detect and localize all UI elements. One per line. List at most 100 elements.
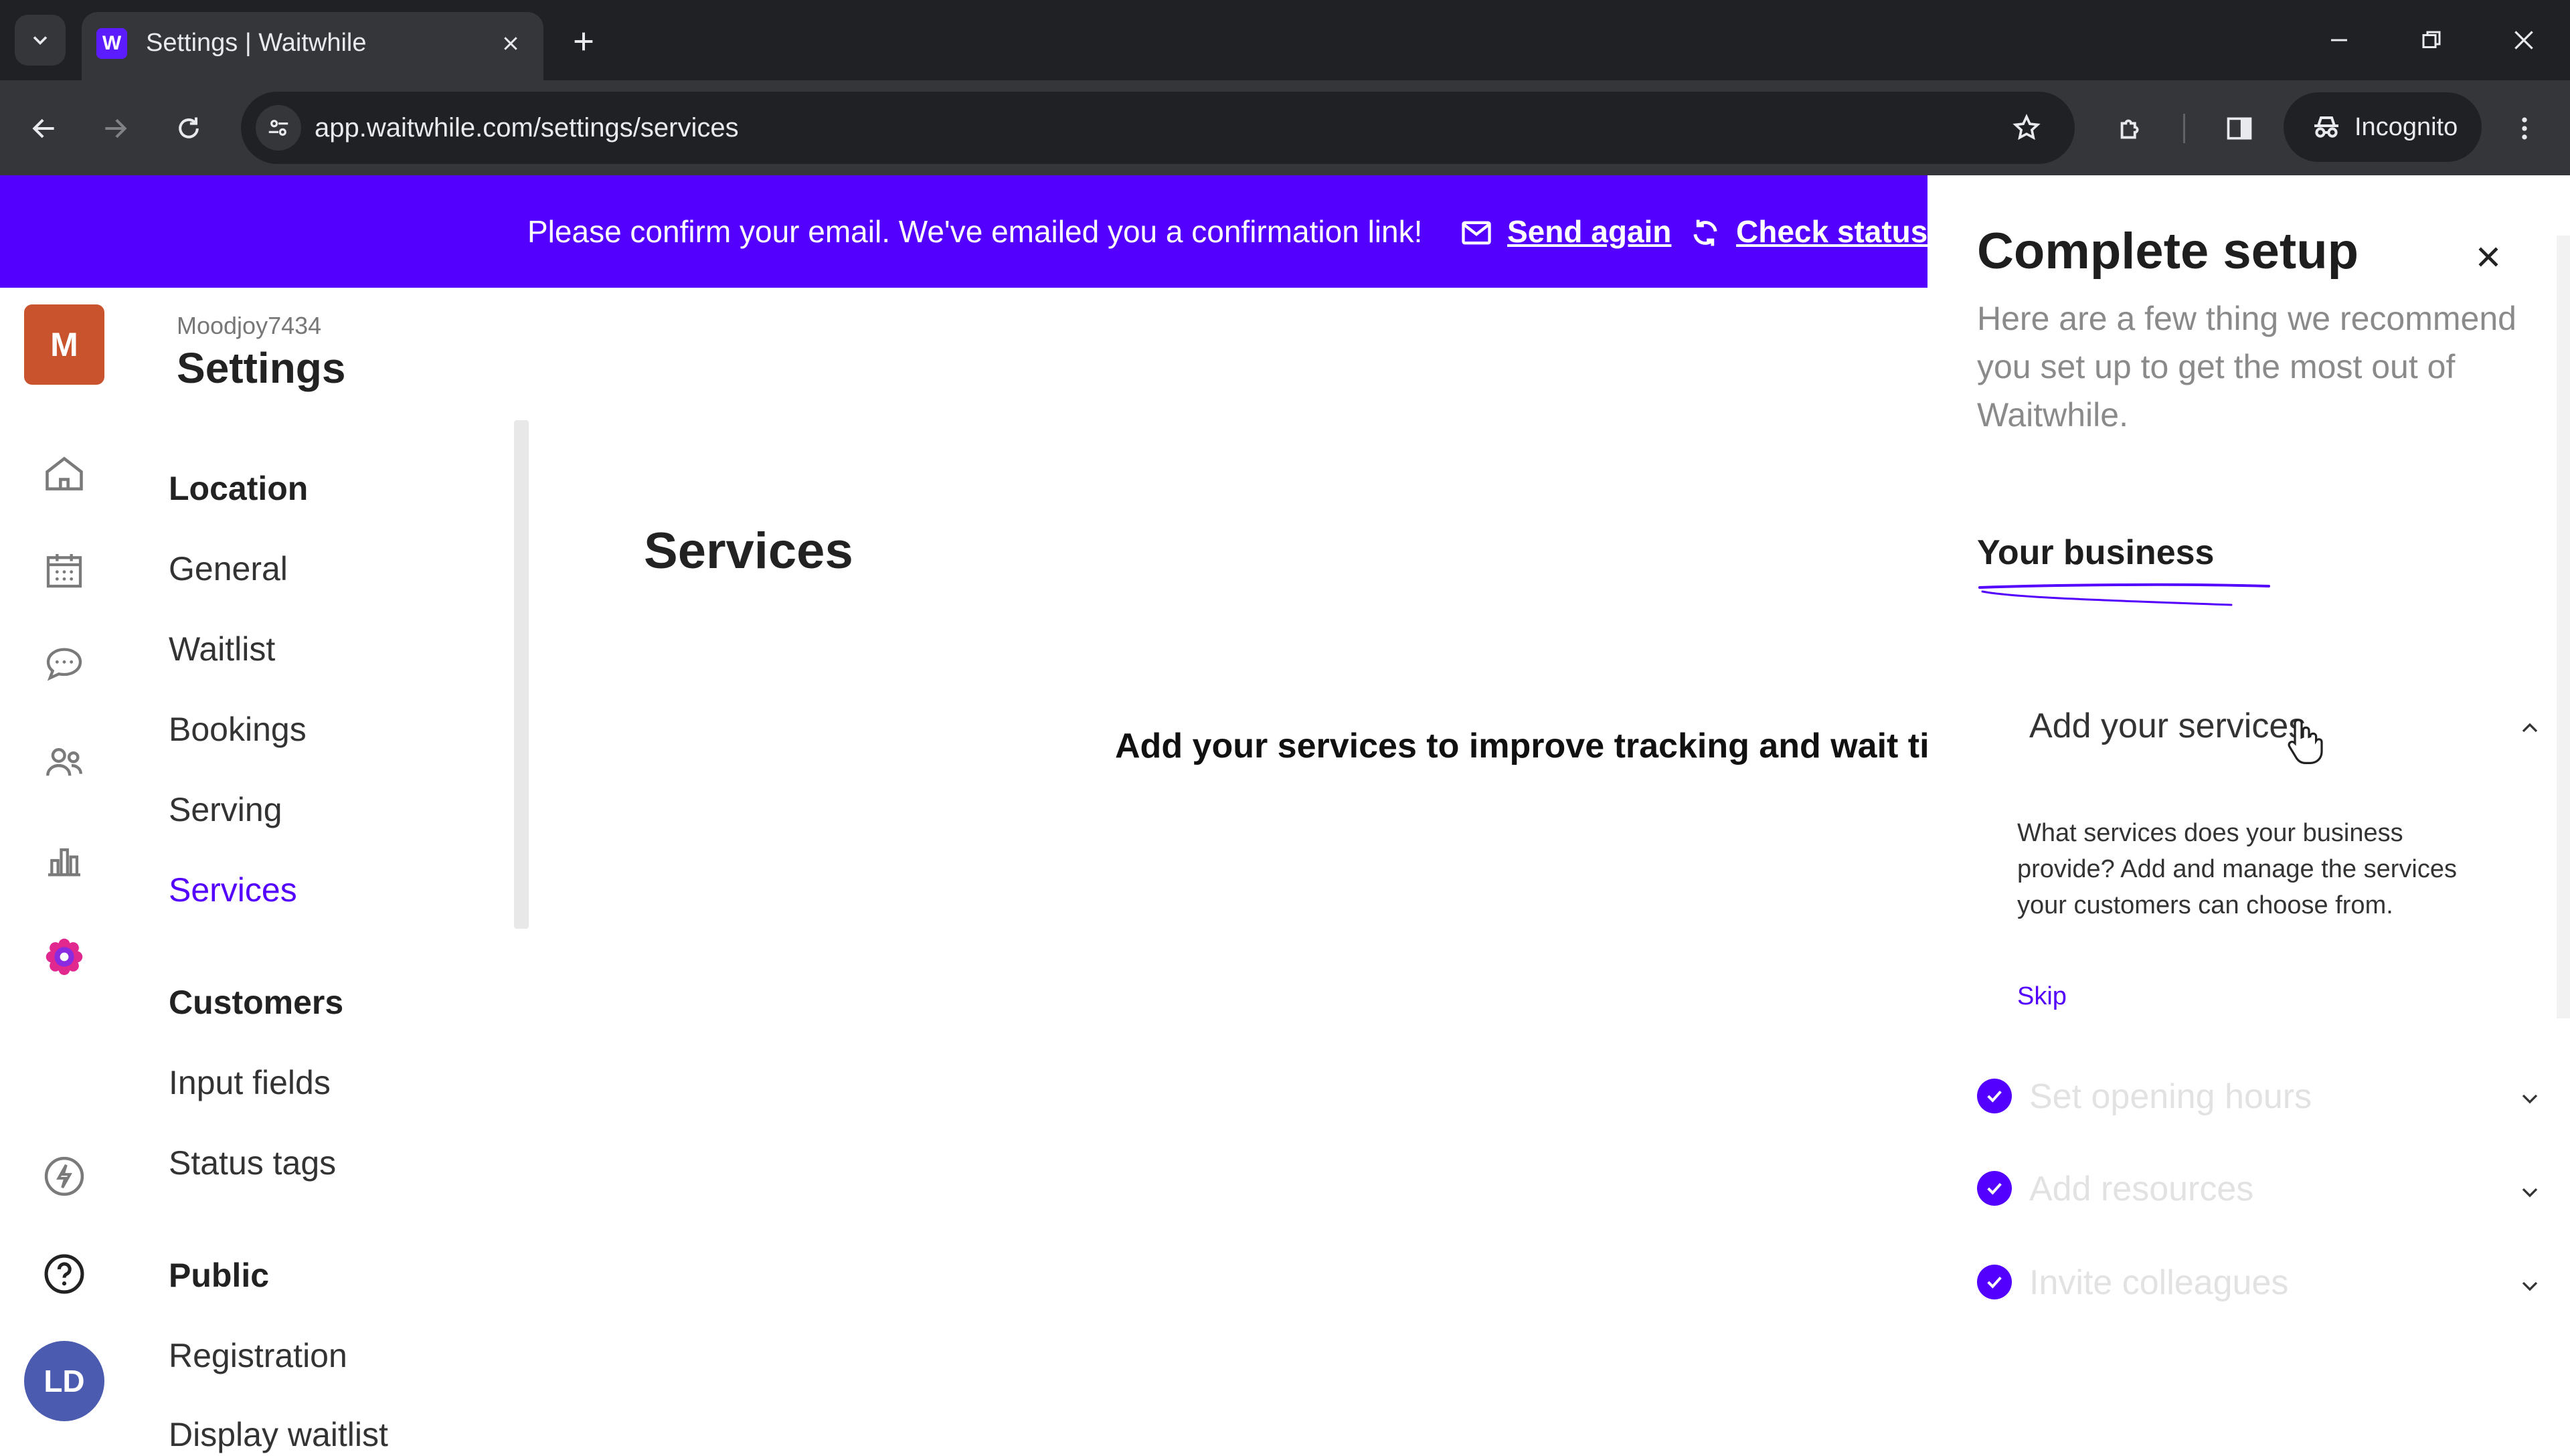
rail-settings-button[interactable] <box>40 933 88 981</box>
waitwhile-favicon-icon: W <box>96 28 127 59</box>
back-button[interactable] <box>20 104 68 153</box>
minimize-button[interactable] <box>2309 15 2369 66</box>
toolbar-divider <box>2183 114 2185 143</box>
settings-title: Settings <box>177 344 346 392</box>
help-icon <box>44 1254 84 1294</box>
nav-group-location: Location <box>169 470 309 507</box>
plus-icon <box>574 32 593 51</box>
chevron-up-icon <box>2522 723 2538 733</box>
setup-panel-close-button[interactable] <box>2463 232 2514 282</box>
step-set-opening-hours[interactable]: Set opening hours <box>1977 1071 2512 1124</box>
settings-nav-scrollbar[interactable] <box>514 420 529 929</box>
users-icon <box>46 748 82 776</box>
rail-home-button[interactable] <box>40 450 88 498</box>
scribble-underline-icon <box>1978 583 2270 606</box>
step-add-resources[interactable]: Add resources <box>1977 1163 2512 1216</box>
calendar-icon <box>46 554 82 588</box>
rail-integrations-button[interactable] <box>40 1152 88 1200</box>
bookmark-button[interactable] <box>2005 106 2048 149</box>
incognito-profile-button[interactable]: Incognito <box>2284 92 2482 162</box>
nav-group-customers: Customers <box>169 984 344 1021</box>
services-empty-hint: Add your services to improve tracking an… <box>1115 727 1928 765</box>
browser-toolbar: app.waitwhile.com/settings/services Inco… <box>0 80 2570 175</box>
incognito-label: Incognito <box>2354 113 2458 141</box>
close-icon <box>2514 31 2533 50</box>
nav-item-display-waitlist[interactable]: Display waitlist <box>169 1413 388 1456</box>
hand-cursor-icon <box>2288 719 2323 764</box>
more-vertical-icon <box>2522 117 2527 140</box>
side-panel-button[interactable] <box>2215 104 2263 153</box>
step-label: Set opening hours <box>2029 1077 2312 1116</box>
nav-item-status-tags[interactable]: Status tags <box>169 1142 336 1184</box>
step-add-services-title[interactable]: Add your services <box>2029 703 2306 749</box>
rail-analytics-button[interactable] <box>40 836 88 885</box>
site-info-button[interactable] <box>256 105 301 151</box>
step-collapse-button[interactable] <box>2512 711 2547 745</box>
step-add-services-body: What services does your business provide… <box>2017 819 2457 919</box>
incognito-icon <box>2308 108 2345 146</box>
address-bar[interactable]: app.waitwhile.com/settings/services <box>241 92 2075 164</box>
setup-panel-scrollbar[interactable] <box>2557 236 2570 1018</box>
tab-search-button[interactable] <box>15 15 66 66</box>
home-icon <box>46 456 83 490</box>
browser-menu-button[interactable] <box>2500 104 2549 153</box>
tab-title: Settings | Waitwhile <box>146 29 367 57</box>
check-circle-icon <box>1977 1171 2012 1206</box>
step-label: Add resources <box>2029 1170 2254 1208</box>
settings-flower-icon <box>46 938 83 976</box>
reload-button[interactable] <box>165 104 213 153</box>
chat-icon <box>46 648 82 681</box>
send-again-link[interactable]: Send again <box>1507 211 1671 252</box>
user-avatar[interactable]: LD <box>24 1341 104 1421</box>
account-avatar[interactable]: M <box>24 304 104 385</box>
setup-panel-title: Complete setup <box>1977 223 2359 280</box>
bar-chart-icon <box>48 848 80 877</box>
nav-item-serving[interactable]: Serving <box>169 788 282 831</box>
banner-message: Please confirm your email. We've emailed… <box>527 214 1423 249</box>
nav-item-general[interactable]: General <box>169 547 288 590</box>
chevron-down-icon <box>2522 1281 2538 1291</box>
lightning-icon <box>44 1156 84 1196</box>
tab-close-button[interactable] <box>495 28 526 59</box>
step-expand-button[interactable] <box>2512 1269 2547 1303</box>
new-tab-button[interactable] <box>562 20 605 63</box>
refresh-icon <box>1687 214 1724 252</box>
account-name: Moodjoy7434 <box>177 312 322 339</box>
nav-item-services[interactable]: Services <box>169 869 297 911</box>
step-expand-button[interactable] <box>2512 1175 2547 1210</box>
reload-icon <box>179 117 199 139</box>
nav-item-registration[interactable]: Registration <box>169 1334 347 1377</box>
browser-tab-active[interactable]: W Settings | Waitwhile <box>82 12 543 80</box>
window-close-button[interactable] <box>2494 15 2554 66</box>
restore-button[interactable] <box>2401 15 2462 66</box>
email-confirmation-banner: Please confirm your email. We've emailed… <box>0 175 1928 288</box>
mail-icon <box>1458 214 1495 252</box>
rail-customers-button[interactable] <box>40 739 88 787</box>
close-icon <box>2478 247 2498 267</box>
check-status-link[interactable]: Check status <box>1736 211 1928 252</box>
nav-item-bookings[interactable]: Bookings <box>169 708 307 751</box>
arrow-left-icon <box>32 118 54 139</box>
extensions-button[interactable] <box>2107 104 2155 153</box>
browser-tab-bar: W Settings | Waitwhile <box>0 0 2570 80</box>
page-title: Services <box>644 523 853 579</box>
check-circle-icon <box>1977 1079 2012 1113</box>
step-skip-link[interactable]: Skip <box>2017 978 2067 1014</box>
complete-setup-panel: Complete setup Here are a few thing we r… <box>1928 175 2570 1445</box>
restore-icon <box>2422 31 2441 48</box>
rail-calendar-button[interactable] <box>40 546 88 594</box>
rail-help-button[interactable] <box>40 1250 88 1298</box>
forward-button[interactable] <box>91 104 139 153</box>
url-text[interactable]: app.waitwhile.com/settings/services <box>315 110 739 145</box>
step-invite-colleagues[interactable]: Invite colleagues <box>1977 1257 2512 1310</box>
tune-icon <box>268 120 288 136</box>
step-label: Invite colleagues <box>2029 1263 2289 1302</box>
nav-item-waitlist[interactable]: Waitlist <box>169 628 275 670</box>
nav-group-public: Public <box>169 1257 270 1294</box>
step-expand-button[interactable] <box>2512 1081 2547 1116</box>
arrow-right-icon <box>105 118 127 139</box>
chevron-down-icon <box>2522 1188 2538 1198</box>
section-title-your-business: Your business <box>1977 533 2215 572</box>
rail-messages-button[interactable] <box>40 640 88 688</box>
nav-item-input-fields[interactable]: Input fields <box>169 1061 331 1104</box>
